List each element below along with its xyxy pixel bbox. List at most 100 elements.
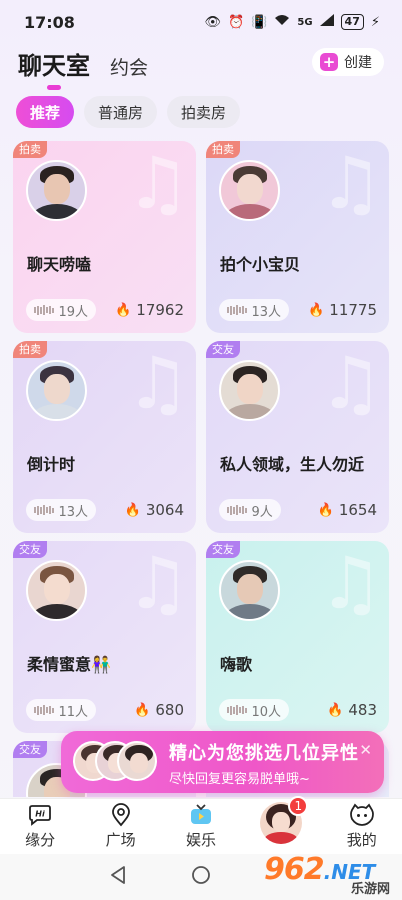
room-card[interactable]: ♫ 拍卖 聊天唠嗑 19人 🔥 17962 — [13, 141, 196, 333]
home-icon[interactable] — [191, 865, 211, 889]
people-count: 13人 — [26, 499, 97, 521]
sound-wave-icon — [227, 505, 247, 515]
tab-chatroom[interactable]: 聊天室 — [18, 46, 90, 81]
people-count: 13人 — [219, 299, 290, 321]
nav-label: 娱乐 — [185, 831, 216, 849]
status-time: 17:08 — [24, 12, 75, 32]
face-icon — [349, 803, 375, 827]
top-tabs: 聊天室 约会 — [18, 46, 148, 81]
room-card[interactable]: ♫ 交友 柔情蜜意👫 11人 🔥 680 — [13, 541, 196, 733]
people-count-text: 9人 — [251, 504, 273, 520]
heat-value: 17962 — [136, 301, 184, 319]
fire-icon: 🔥 — [124, 502, 141, 518]
room-card[interactable]: ♫ 交友 嗨歌 10人 🔥 483 — [206, 541, 389, 733]
match-promo-banner[interactable]: 精心为您挑选几位异性 尽快回复更容易脱单哦~ ✕ — [61, 731, 384, 793]
room-card[interactable]: ♫ 拍卖 倒计时 13人 🔥 3064 — [13, 341, 196, 533]
room-avatar — [219, 160, 280, 221]
nav-item-message-avatar[interactable]: 1 — [246, 795, 316, 848]
tab-dating[interactable]: 约会 — [110, 53, 148, 80]
watermark-cn: 乐游网 — [350, 882, 390, 897]
site-watermark: 962.NET 乐游网 — [264, 852, 396, 897]
nav-item-fate[interactable]: Hi 缘分 — [5, 803, 75, 850]
heat-value: 3064 — [145, 501, 184, 519]
fire-icon: 🔥 — [134, 702, 151, 718]
room-tag: 拍卖 — [13, 141, 47, 158]
back-icon[interactable] — [109, 865, 127, 889]
nav-item-square[interactable]: 广场 — [86, 803, 156, 850]
fire-icon: 🔥 — [115, 302, 132, 318]
vibrate-icon: 📳 — [251, 14, 268, 30]
people-count-text: 13人 — [251, 304, 282, 320]
alarm-icon: ⏰ — [228, 14, 245, 30]
battery-indicator: 47 — [340, 14, 364, 30]
people-count-text: 10人 — [251, 704, 282, 720]
room-tag: 交友 — [13, 741, 47, 758]
people-count-text: 11人 — [58, 704, 89, 720]
unread-badge: 1 — [288, 795, 309, 816]
nav-label: 广场 — [105, 831, 136, 849]
heat-score: 🔥 3064 — [125, 501, 184, 519]
watermark-number: 962 — [264, 852, 325, 887]
sound-wave-icon — [34, 505, 54, 515]
heat-score: 🔥 11775 — [308, 301, 377, 319]
sound-wave-icon — [227, 305, 247, 315]
heat-value: 483 — [348, 701, 377, 719]
network-label: 5G — [297, 16, 313, 28]
room-tag: 交友 — [206, 541, 240, 558]
heat-value: 1654 — [338, 501, 377, 519]
promo-text: 精心为您挑选几位异性 尽快回复更容易脱单哦~ — [169, 739, 359, 787]
people-count-text: 13人 — [58, 504, 89, 520]
room-name: 柔情蜜意👫 — [27, 655, 111, 674]
nav-item-entertainment[interactable]: 娱乐 — [166, 803, 236, 850]
promo-title: 精心为您挑选几位异性 — [169, 743, 359, 764]
fire-icon: 🔥 — [327, 702, 344, 718]
create-button[interactable]: + 创建 — [312, 48, 384, 76]
people-count: 11人 — [26, 699, 97, 721]
sound-wave-icon — [227, 705, 247, 715]
signal-icon — [319, 14, 334, 30]
people-count: 9人 — [219, 499, 281, 521]
room-avatar — [219, 560, 280, 621]
room-avatar — [219, 360, 280, 421]
fire-icon: 🔥 — [317, 502, 334, 518]
music-note-icon: ♫ — [318, 141, 383, 225]
heat-score: 🔥 680 — [134, 701, 184, 719]
heat-value: 680 — [155, 701, 184, 719]
promo-avatars — [73, 741, 157, 783]
music-note-icon: ♫ — [125, 541, 190, 625]
filter-recommended[interactable]: 推荐 — [16, 96, 75, 128]
sound-wave-icon — [34, 305, 54, 315]
status-icons: 👁 ⏰ 📳 5G 47 ⚡ — [204, 14, 380, 30]
music-note-icon: ♫ — [125, 141, 190, 225]
filter-auction-rooms[interactable]: 拍卖房 — [167, 96, 241, 128]
nav-label: 我的 — [346, 831, 377, 849]
room-avatar — [26, 160, 87, 221]
heat-score: 🔥 17962 — [115, 301, 184, 319]
heat-score: 🔥 483 — [327, 701, 377, 719]
close-icon[interactable]: ✕ — [359, 741, 372, 759]
filter-chips: 推荐 普通房 拍卖房 — [16, 96, 241, 128]
location-pin-icon — [110, 803, 132, 827]
room-tag: 拍卖 — [206, 141, 240, 158]
filter-normal-rooms[interactable]: 普通房 — [84, 96, 158, 128]
room-name: 聊天唠嗑 — [27, 255, 92, 274]
plus-icon: + — [320, 53, 338, 71]
promo-subtitle: 尽快回复更容易脱单哦~ — [169, 772, 310, 787]
room-card[interactable]: ♫ 交友 私人领域，生人勿近 9人 🔥 1654 — [206, 341, 389, 533]
music-note-icon: ♫ — [318, 541, 383, 625]
room-tag: 交友 — [206, 341, 240, 358]
tv-icon — [189, 803, 213, 827]
room-name: 拍个小宝贝 — [220, 255, 301, 274]
status-bar: 17:08 👁 ⏰ 📳 5G 47 ⚡ — [0, 0, 402, 44]
room-card[interactable]: ♫ 拍卖 拍个小宝贝 13人 🔥 11775 — [206, 141, 389, 333]
nav-item-mine[interactable]: 我的 — [327, 803, 397, 850]
heat-value: 11775 — [329, 301, 377, 319]
room-avatar — [26, 360, 87, 421]
svg-text:Hi: Hi — [35, 810, 45, 819]
hi-bubble-icon: Hi — [28, 803, 52, 827]
sound-wave-icon — [34, 705, 54, 715]
people-count: 19人 — [26, 299, 97, 321]
nav-label: 缘分 — [25, 831, 56, 849]
room-tag: 交友 — [13, 541, 47, 558]
music-note-icon: ♫ — [318, 341, 383, 425]
